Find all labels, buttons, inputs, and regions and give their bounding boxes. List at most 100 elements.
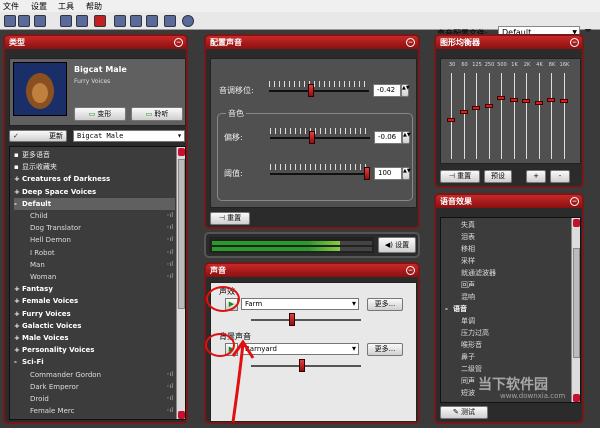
voice-list-item[interactable]: + Deep Space Voices bbox=[14, 186, 175, 198]
effect-item[interactable]: 失真 bbox=[445, 219, 570, 231]
sound1-more-button[interactable]: 更多... bbox=[367, 298, 403, 311]
voice-list-item[interactable]: I Robot ◦ıl bbox=[14, 247, 175, 259]
collapse-icon[interactable]: − bbox=[174, 38, 183, 47]
eq-band-slider[interactable] bbox=[559, 99, 568, 104]
voice-list-item[interactable]: Child ◦ıl bbox=[14, 210, 175, 222]
effect-item[interactable]: 喉形音 bbox=[445, 339, 570, 351]
expand-icon[interactable]: + bbox=[14, 320, 22, 332]
voice-list-item[interactable]: Man ◦ıl bbox=[14, 259, 175, 271]
expand-icon[interactable]: + bbox=[14, 186, 22, 198]
eq-minus-button[interactable]: - bbox=[550, 170, 570, 183]
arrow-icon[interactable] bbox=[34, 15, 46, 27]
menu-settings[interactable]: 设置 bbox=[31, 1, 47, 12]
eq-band-slider[interactable] bbox=[484, 104, 493, 109]
voice-list-item[interactable]: ▪ 显示收藏夹 bbox=[14, 161, 175, 173]
update-button[interactable]: ✓ 更新 bbox=[9, 130, 67, 142]
scroll-thumb[interactable] bbox=[573, 248, 580, 358]
voice-list-item[interactable]: + Female Voices bbox=[14, 295, 175, 307]
config-reset-button[interactable]: ⊣ 重置 bbox=[210, 212, 250, 225]
effect-item[interactable]: 就通滤波器 bbox=[445, 267, 570, 279]
collapse-icon[interactable]: - bbox=[14, 198, 22, 210]
effect-item[interactable]: 压力过高 bbox=[445, 327, 570, 339]
threshold-spinner-icon[interactable]: ▲▼ bbox=[402, 167, 411, 180]
offset-slider[interactable] bbox=[308, 131, 315, 144]
eq-band-slider[interactable] bbox=[509, 97, 518, 102]
effect-item[interactable]: 回声 bbox=[445, 279, 570, 291]
bars-icon[interactable] bbox=[164, 15, 176, 27]
voice-list-item[interactable]: + Fantasy bbox=[14, 283, 175, 295]
voice-list-item[interactable]: Woman ◦ıl bbox=[14, 271, 175, 283]
meter-settings-button[interactable]: ◀) 设置 bbox=[378, 237, 416, 253]
offset-spinner-icon[interactable]: ▲▼ bbox=[402, 131, 411, 144]
filter-icon[interactable]: ⏷ bbox=[584, 26, 592, 37]
scroll-down-icon[interactable] bbox=[178, 411, 185, 419]
menu-help[interactable]: 帮助 bbox=[86, 1, 102, 12]
clock-icon[interactable] bbox=[60, 15, 72, 27]
menu-file[interactable]: 文件 bbox=[3, 1, 19, 12]
collapse-icon[interactable]: - bbox=[445, 303, 453, 315]
collapse-icon[interactable]: − bbox=[406, 38, 415, 47]
effect-item[interactable]: 混响 bbox=[445, 291, 570, 303]
sound2-more-button[interactable]: 更多... bbox=[367, 343, 403, 356]
voice-list-item[interactable]: - Sci-Fi bbox=[14, 356, 175, 368]
voice-list-item[interactable]: + Creatures of Darkness bbox=[14, 173, 175, 185]
effects-scrollbar[interactable] bbox=[571, 218, 580, 402]
pitch-slider[interactable] bbox=[308, 84, 315, 97]
eq-band-slider[interactable] bbox=[447, 118, 455, 123]
eq-band-slider[interactable] bbox=[534, 100, 543, 105]
voice-list-item[interactable]: Dark Emperor ◦ıl bbox=[14, 381, 175, 393]
keyboard-icon[interactable] bbox=[130, 15, 142, 27]
effect-item[interactable]: 泪表 bbox=[445, 231, 570, 243]
expand-icon[interactable]: + bbox=[14, 332, 22, 344]
voice-list-item[interactable]: Hell Demon ◦ıl bbox=[14, 234, 175, 246]
expand-icon[interactable]: + bbox=[14, 295, 22, 307]
voice-select[interactable]: Bigcat Male bbox=[73, 130, 185, 142]
sound2-volume-slider[interactable] bbox=[299, 359, 305, 372]
test-button[interactable]: ✎ 测试 bbox=[440, 406, 488, 419]
voice-list-item[interactable]: + Furry Voices bbox=[14, 308, 175, 320]
collapse-icon[interactable]: − bbox=[406, 266, 415, 275]
voice-list-item[interactable]: Droid ◦ıl bbox=[14, 393, 175, 405]
scroll-thumb[interactable] bbox=[178, 159, 185, 309]
scroll-up-icon[interactable] bbox=[178, 148, 185, 156]
voice-list-item[interactable]: Female Merc ◦ıl bbox=[14, 405, 175, 417]
morph-button[interactable]: ▭ 变形 bbox=[74, 107, 126, 121]
sound1-volume-slider[interactable] bbox=[289, 313, 295, 326]
eq-band-slider[interactable] bbox=[547, 97, 555, 102]
collapse-icon[interactable]: - bbox=[14, 356, 22, 368]
pitch-value[interactable]: -0.42 bbox=[373, 84, 401, 97]
hotkey-icon[interactable] bbox=[146, 15, 158, 27]
effect-item[interactable]: 移相 bbox=[445, 243, 570, 255]
voice-list-item[interactable]: - Default bbox=[14, 197, 175, 210]
scroll-up-icon[interactable] bbox=[573, 219, 580, 227]
eq-plus-button[interactable]: + bbox=[526, 170, 546, 183]
voice-list-item[interactable]: Commander Gordon ◦ıl bbox=[14, 369, 175, 381]
effect-item[interactable]: 鼻子 bbox=[445, 351, 570, 363]
menu-tools[interactable]: 工具 bbox=[58, 1, 74, 12]
collapse-icon[interactable]: − bbox=[570, 38, 579, 47]
scroll-down-icon[interactable] bbox=[573, 394, 580, 402]
collapse-icon[interactable]: − bbox=[570, 197, 579, 206]
effect-item[interactable]: - 语音 bbox=[445, 303, 570, 315]
eq-band-slider[interactable] bbox=[459, 109, 468, 114]
effect-item[interactable]: 单调 bbox=[445, 315, 570, 327]
help-icon[interactable] bbox=[182, 15, 194, 27]
offset-value[interactable]: -0.06 bbox=[374, 131, 402, 144]
listen-button[interactable]: ▭ 聆听 bbox=[131, 107, 183, 121]
eq-band-slider[interactable] bbox=[497, 95, 505, 100]
nudge-icon[interactable] bbox=[18, 15, 30, 27]
expand-icon[interactable]: + bbox=[14, 344, 22, 356]
expand-icon[interactable]: + bbox=[14, 173, 22, 185]
threshold-slider[interactable] bbox=[364, 167, 370, 180]
graph-icon[interactable] bbox=[76, 15, 88, 27]
open-icon[interactable] bbox=[4, 15, 16, 27]
voice-list-scrollbar[interactable] bbox=[176, 147, 185, 419]
threshold-value[interactable]: 100 bbox=[374, 167, 402, 180]
record-icon[interactable] bbox=[94, 15, 106, 27]
voice-list-item[interactable]: Dog Translator ◦ıl bbox=[14, 222, 175, 234]
voice-list-item[interactable]: + Male Voices bbox=[14, 332, 175, 344]
eq-band-slider[interactable] bbox=[522, 99, 530, 104]
expand-icon[interactable]: + bbox=[14, 308, 22, 320]
voice-list-item[interactable]: ▪ 更多语音 bbox=[14, 149, 175, 161]
pitch-spinner-icon[interactable]: ▲▼ bbox=[401, 84, 410, 97]
